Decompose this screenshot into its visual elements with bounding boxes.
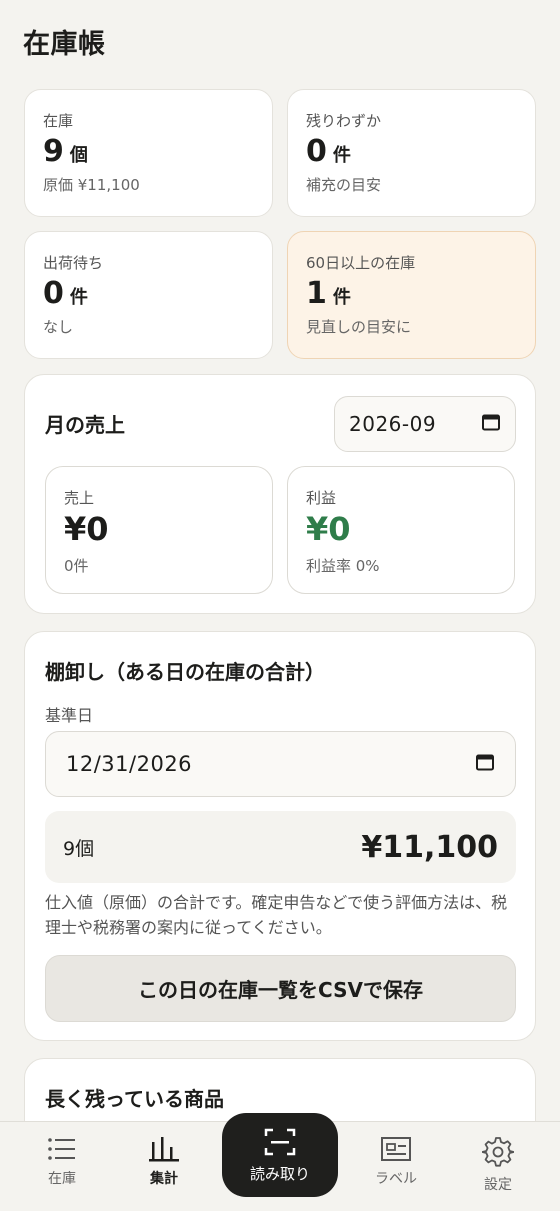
stat-card-stock[interactable]: 在庫 9個 原価 ¥11,100 [24, 89, 273, 217]
stat-card-low-stock[interactable]: 残りわずか 0件 補充の目安 [287, 89, 536, 217]
nav-item-inventory[interactable]: 在庫 [17, 1136, 107, 1188]
stat-value: 9個 [43, 134, 88, 169]
gear-icon [482, 1137, 514, 1167]
stat-sub: 補充の目安 [306, 176, 382, 194]
nav-label: 在庫 [48, 1171, 76, 1187]
export-csv-button[interactable]: この日の在庫一覧をCSVで保存 [45, 955, 516, 1022]
calendar-icon[interactable] [481, 412, 501, 437]
base-date-label: 基準日 [45, 706, 94, 725]
monthly-sales-title: 月の売上 [45, 413, 125, 437]
inventory-title: 棚卸し（ある日の在庫の合計） [45, 660, 325, 684]
nav-item-summary[interactable]: 集計 [119, 1136, 209, 1188]
page: 在庫帳 在庫 9個 原価 ¥11,100 残りわずか 0件 補充の目安 出荷待ち… [0, 0, 560, 1211]
valuation-note: 仕入値（原価）の合計です。確定申告などで使う評価方法は、税理士や税務署の案内に従… [45, 893, 508, 937]
stat-label: 出荷待ち [43, 254, 104, 272]
profit-label: 利益 [306, 489, 337, 507]
scan-label: 読み取り [249, 1165, 310, 1183]
label-icon [381, 1137, 411, 1161]
stat-label: 在庫 [43, 112, 74, 130]
stat-card-aged-stock[interactable]: 60日以上の在庫 1件 見直しの目安に [287, 231, 536, 359]
stat-value: 1件 [306, 276, 351, 311]
sales-mini-card: 売上 ¥0 0件 [45, 466, 273, 594]
nav-label: 設定 [484, 1177, 512, 1193]
nav-label: 集計 [150, 1171, 178, 1187]
nav-label: ラベル [375, 1171, 417, 1187]
stat-value: 0件 [306, 134, 351, 169]
sales-value: ¥0 [64, 510, 109, 548]
stat-label: 残りわずか [306, 112, 382, 130]
chart-icon [149, 1137, 179, 1162]
base-date-input[interactable]: 12/31/2026 [45, 731, 516, 797]
page-title: 在庫帳 [23, 29, 106, 60]
profit-mini-card: 利益 ¥0 利益率 0% [287, 466, 515, 594]
inventory-count-card: 棚卸し（ある日の在庫の合計） 基準日 12/31/2026 9個 ¥11,100… [24, 631, 536, 1041]
list-icon [48, 1138, 75, 1160]
monthly-sales-card: 月の売上 2026-09 売上 ¥0 0件 利益 ¥0 利益率 0% [24, 374, 536, 614]
long-stock-title: 長く残っている商品 [45, 1087, 224, 1111]
sales-label: 売上 [64, 489, 95, 507]
nav-item-settings[interactable]: 設定 [453, 1136, 543, 1194]
inventory-total-value: ¥11,100 [361, 829, 498, 865]
stat-card-pending-shipment[interactable]: 出荷待ち 0件 なし [24, 231, 273, 359]
base-date-value: 12/31/2026 [66, 752, 193, 776]
stat-value: 0件 [43, 276, 88, 311]
stat-sub: なし [43, 318, 74, 336]
sales-count: 0件 [64, 557, 89, 576]
scan-icon [264, 1128, 296, 1156]
month-picker[interactable]: 2026-09 [334, 396, 516, 452]
bottom-nav: 在庫 集計 読み取り ラベル 設定 [0, 1113, 560, 1211]
stat-sub: 原価 ¥11,100 [43, 176, 140, 194]
stat-sub: 見直しの目安に [306, 318, 412, 336]
scan-button[interactable]: 読み取り [222, 1113, 338, 1197]
stat-label: 60日以上の在庫 [306, 254, 416, 272]
month-value: 2026-09 [349, 412, 437, 436]
nav-item-label[interactable]: ラベル [351, 1136, 441, 1188]
inventory-count: 9個 [63, 837, 95, 860]
profit-rate: 利益率 0% [306, 557, 380, 576]
profit-value: ¥0 [306, 510, 351, 548]
calendar-icon[interactable] [475, 752, 495, 777]
inventory-total-box: 9個 ¥11,100 [45, 811, 516, 883]
